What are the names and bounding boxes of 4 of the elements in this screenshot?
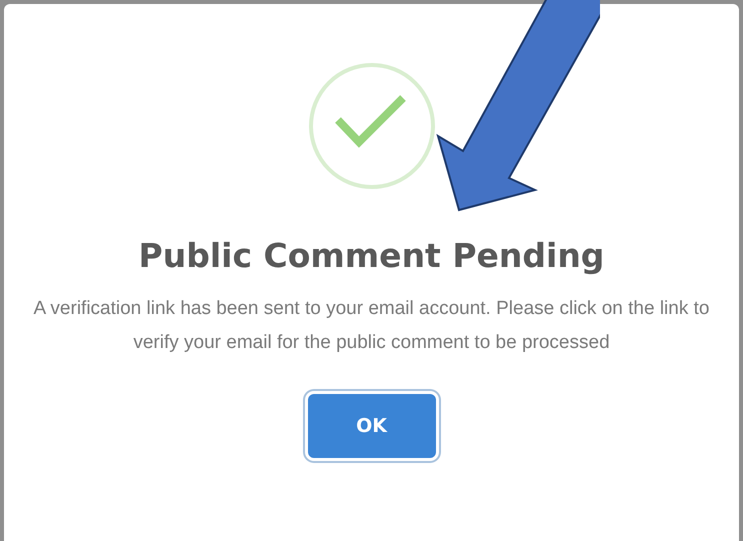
dialog-title: Public Comment Pending [138,235,604,277]
ok-button[interactable]: OK [308,394,436,458]
success-check-icon [308,62,436,190]
dialog-message: A verification link has been sent to your email account. Please click on the link to verify your email for the public comment to be processed [32,297,710,355]
